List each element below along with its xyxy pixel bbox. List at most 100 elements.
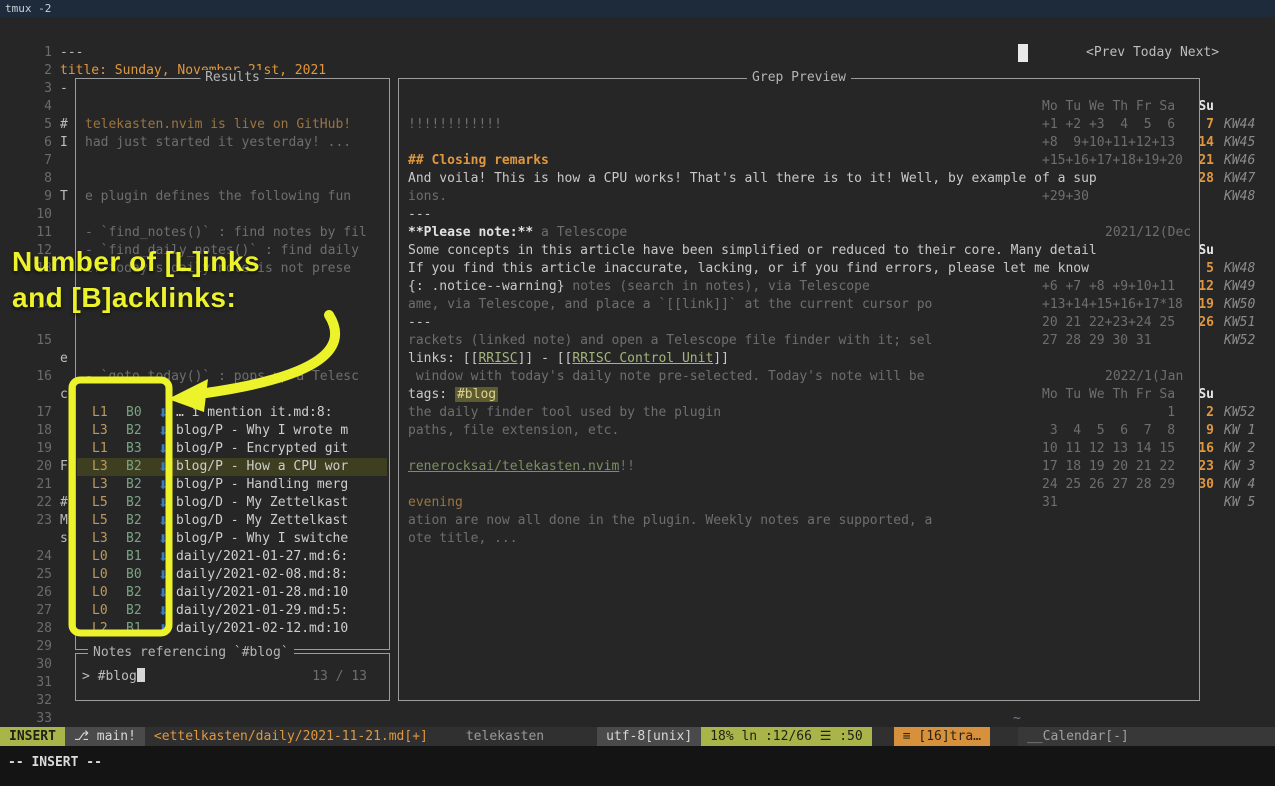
- result-label: blog/P - Handling merg: [176, 476, 384, 494]
- calendar-week-number: KW 2: [1224, 440, 1255, 458]
- down-arrow-icon: ⬇: [158, 476, 168, 494]
- backlinks-count: B0: [126, 566, 142, 584]
- result-label: daily/2021-01-27.md:6:: [176, 548, 384, 566]
- result-item[interactable]: L3B2⬇blog/P - Handling merg: [77, 476, 387, 494]
- line-number: 21: [22, 476, 52, 494]
- result-label: daily/2021-02-12.md:10: [176, 620, 384, 638]
- line-number: 22: [22, 494, 52, 512]
- backlinks-count: B2: [126, 584, 142, 602]
- tmux-title-bar: tmux -2: [0, 0, 1275, 17]
- tag-highlight: #blog: [455, 387, 498, 402]
- calendar-week-number: KW 3: [1224, 458, 1255, 476]
- down-arrow-icon: ⬇: [158, 602, 168, 620]
- preview-text: ]]: [713, 351, 729, 366]
- result-item[interactable]: L1B0⬇… i mention it.md:8:: [77, 404, 387, 422]
- down-arrow-icon: ⬇: [158, 404, 168, 422]
- down-arrow-icon: ⬇: [158, 494, 168, 512]
- repo-link[interactable]: renerocksai/telekasten.nvim: [408, 459, 619, 474]
- line-number: 15: [22, 332, 52, 350]
- result-item[interactable]: L5B2⬇blog/D - My Zettelkast: [77, 494, 387, 512]
- links-count: L0: [92, 602, 108, 620]
- result-label: blog/P - How a CPU wor: [176, 458, 384, 476]
- backlinks-count: B2: [126, 512, 142, 530]
- down-arrow-icon: ⬇: [158, 620, 168, 638]
- result-label: daily/2021-02-08.md:8:: [176, 566, 384, 584]
- result-item[interactable]: L1B3⬇blog/P - Encrypted git: [77, 440, 387, 458]
- calendar-week-number: KW48: [1224, 188, 1255, 206]
- line-number: 7: [22, 152, 52, 170]
- links-count: L5: [92, 512, 108, 530]
- insert-mode-message: -- INSERT --: [8, 755, 102, 770]
- result-item[interactable]: L3B2⬇blog/P - Why I wrote m: [77, 422, 387, 440]
- result-item[interactable]: L2B1⬇daily/2021-02-12.md:10: [77, 620, 387, 638]
- preview-line: If you find this article inaccurate, lac…: [408, 260, 1089, 278]
- calendar-week-number: KW48: [1224, 260, 1255, 278]
- line-number: 14: [22, 296, 52, 314]
- result-item[interactable]: L0B0⬇daily/2021-02-08.md:8:: [77, 566, 387, 584]
- buffer-text: I: [60, 134, 76, 152]
- preview-rule: ---: [408, 206, 431, 224]
- line-number: [22, 530, 52, 548]
- mode-indicator: INSERT: [0, 727, 65, 746]
- backlinks-count: B2: [126, 494, 142, 512]
- position-indicator: 18% ln :12/66 ☰ :50: [701, 727, 872, 746]
- preview-line-dim: ation are now all done in the plugin. We…: [408, 512, 932, 530]
- result-item[interactable]: L5B2⬇blog/D - My Zettelkast: [77, 512, 387, 530]
- backlinks-count: B1: [126, 620, 142, 638]
- result-item-selected[interactable]: L3B2⬇blog/P - How a CPU wor: [77, 458, 387, 476]
- calendar-next-button[interactable]: Next>: [1180, 45, 1219, 60]
- prompt-input[interactable]: > #blog: [82, 668, 145, 686]
- preview-line: !!!!!!!!!!!!: [408, 116, 502, 134]
- encoding-indicator: utf-8[unix]: [597, 727, 701, 746]
- line-number: 25: [22, 566, 52, 584]
- backlinks-count: B0: [126, 404, 142, 422]
- line-number: 32: [22, 692, 52, 710]
- line-number: 11: [22, 224, 52, 242]
- plugin-name: telekasten: [457, 727, 553, 746]
- line-number: 23: [22, 512, 52, 530]
- tmux-title: tmux -2: [5, 2, 51, 15]
- calendar-week-number: KW51: [1224, 314, 1255, 332]
- calendar-prev-button[interactable]: <Prev: [1086, 45, 1125, 60]
- line-number: 17: [22, 404, 52, 422]
- backlinks-count: B1: [126, 548, 142, 566]
- prompt-window-title: Notes referencing `#blog`: [88, 645, 294, 661]
- result-item[interactable]: L3B2⬇blog/P - Why I switche: [77, 530, 387, 548]
- calendar-week-number: KW50: [1224, 296, 1255, 314]
- calendar-cursor-block: [1018, 44, 1028, 62]
- calendar-week-number: KW 5: [1224, 494, 1255, 512]
- line-number: 9: [22, 188, 52, 206]
- preview-line-dim: evening: [408, 494, 463, 512]
- grep-preview-title: Grep Preview: [747, 70, 851, 86]
- preview-text: links: [[: [408, 351, 478, 366]
- calendar-week-number: KW49: [1224, 278, 1255, 296]
- preview-heading: ## Closing remarks: [408, 152, 549, 170]
- calendar-statusline: __Calendar[-]: [1018, 727, 1275, 746]
- line-number: 18: [22, 422, 52, 440]
- down-arrow-icon: ⬇: [158, 458, 168, 476]
- line-number: 13: [22, 260, 52, 278]
- wiki-link[interactable]: RRISC: [478, 351, 517, 366]
- line-number: 26: [22, 584, 52, 602]
- result-label: blog/P - Why I switche: [176, 530, 384, 548]
- result-item[interactable]: L0B1⬇daily/2021-01-27.md:6:: [77, 548, 387, 566]
- calendar-today-button[interactable]: Today: [1133, 45, 1172, 60]
- preview-line-dim: ame, via Telescope, and place a `[[link]…: [408, 296, 932, 314]
- links-count: L0: [92, 548, 108, 566]
- result-label: … i mention it.md:8:: [176, 404, 384, 422]
- preview-rule: ---: [408, 314, 431, 332]
- wiki-link[interactable]: RRISC Control Unit: [572, 351, 713, 366]
- preview-text: ]] - [[: [518, 351, 573, 366]
- result-item[interactable]: L0B2⬇daily/2021-01-29.md:5:: [77, 602, 387, 620]
- backlinks-count: B2: [126, 602, 142, 620]
- line-number: 12: [22, 242, 52, 260]
- preview-line: And voila! This is how a CPU works! That…: [408, 170, 1097, 188]
- result-item[interactable]: L0B2⬇daily/2021-01-28.md:10: [77, 584, 387, 602]
- preview-dim-text: !!: [619, 459, 635, 474]
- results-window-title: Results: [200, 70, 265, 86]
- calendar-nav: <Prev Today Next>: [1086, 44, 1219, 62]
- backlinks-count: B2: [126, 422, 142, 440]
- line-number: 8: [22, 170, 52, 188]
- line-number: [22, 278, 52, 296]
- line-number: [22, 386, 52, 404]
